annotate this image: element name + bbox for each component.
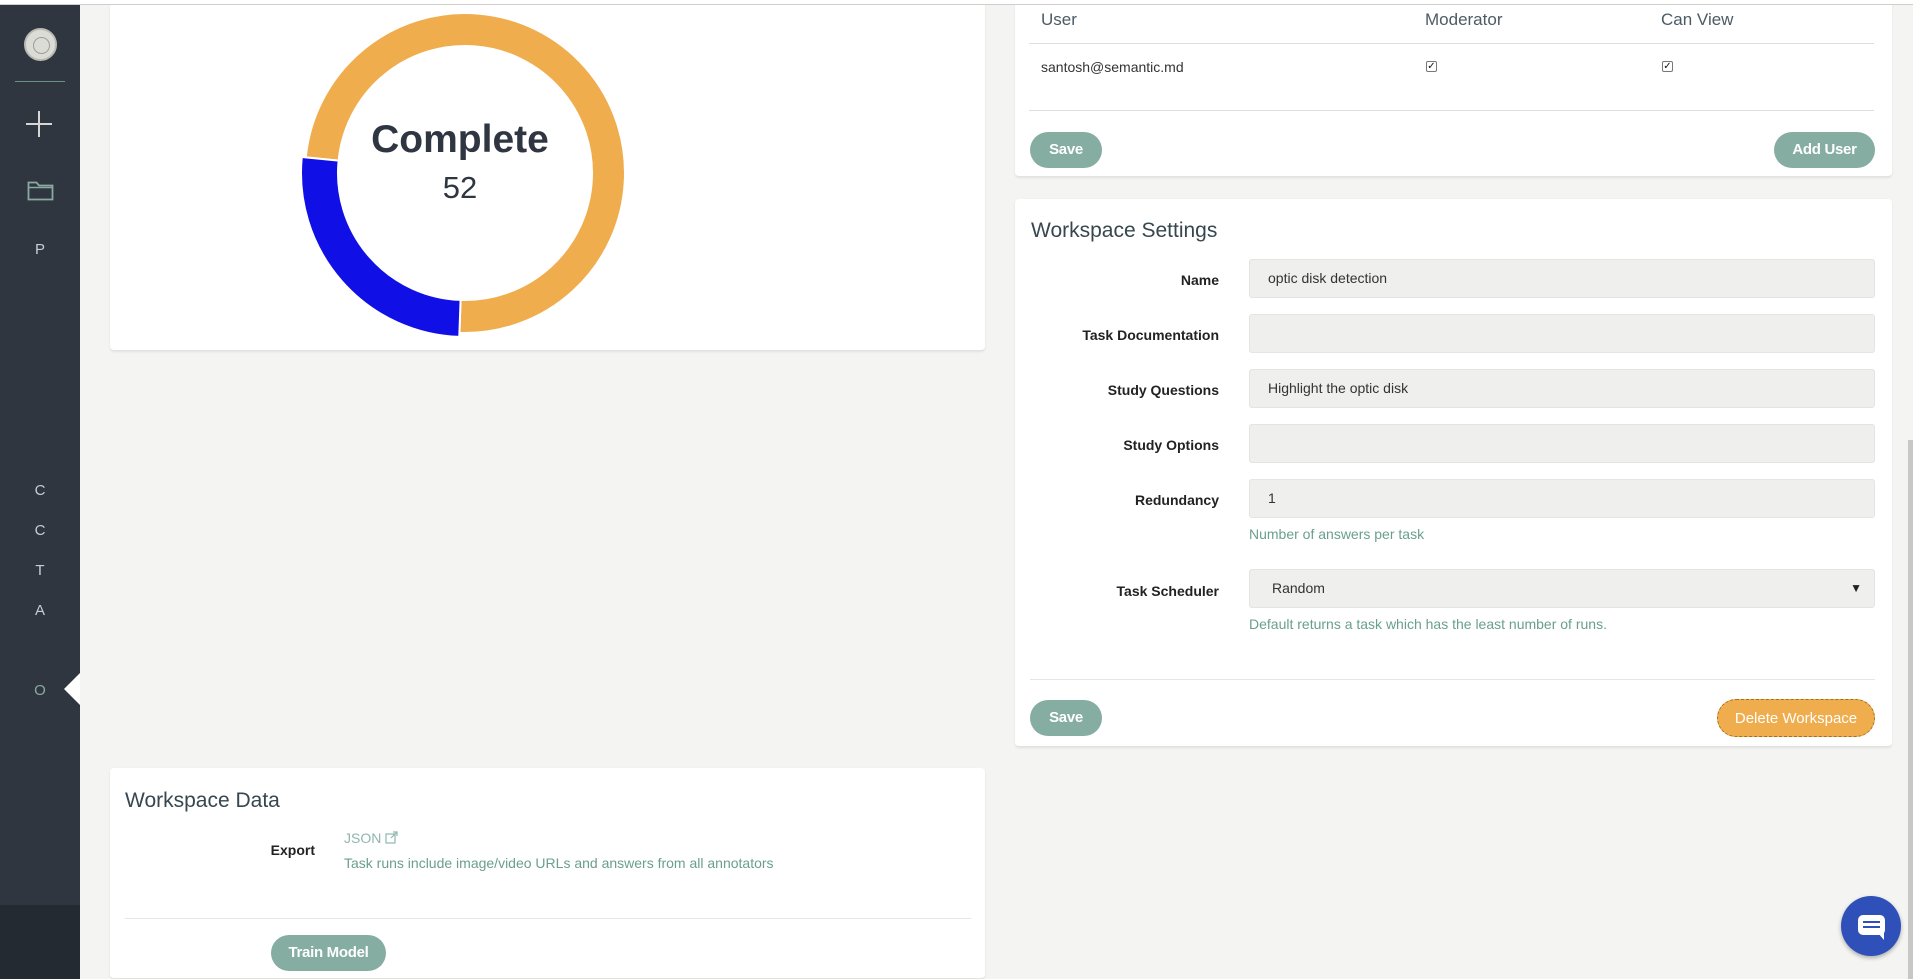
settings-divider [1030,679,1875,680]
export-label: Export [270,842,315,858]
plus-icon[interactable] [25,110,53,138]
delete-workspace-button[interactable]: Delete Workspace [1717,699,1875,737]
name-label: Name [1180,272,1219,288]
page-scrollbar[interactable] [1908,440,1913,979]
column-header-moderator: Moderator [1425,10,1503,29]
sidebar: P C C T A O [0,5,80,979]
export-help-text: Task runs include image/video URLs and a… [344,855,774,871]
dropdown-arrow-icon: ▼ [1850,581,1862,595]
sidebar-footer [0,905,80,979]
name-input[interactable]: optic disk detection [1249,259,1875,298]
table-header-divider [1029,43,1874,44]
study-questions-input[interactable]: Highlight the optic disk [1249,369,1875,408]
redundancy-input[interactable]: 1 [1249,479,1875,518]
task-scheduler-label: Task Scheduler [1116,583,1219,599]
column-header-user: User [1041,10,1077,29]
study-options-input[interactable] [1249,424,1875,463]
chat-icon [1858,915,1885,935]
redundancy-help-text: Number of answers per task [1249,526,1425,542]
task-documentation-label: Task Documentation [1082,327,1219,343]
workspace-data-divider [125,918,971,919]
column-header-can-view: Can View [1661,10,1734,29]
user-email-cell: santosh@semantic.md [1041,59,1184,75]
chat-button[interactable] [1841,896,1901,956]
top-border [0,0,1913,5]
json-export-link[interactable]: JSON [344,830,398,846]
sidebar-item-t[interactable]: T [0,562,80,579]
active-pointer [64,673,80,705]
users-save-button[interactable]: Save [1030,132,1102,168]
settings-save-button[interactable]: Save [1030,700,1102,736]
avatar[interactable] [24,28,57,61]
chart-center-value: 52 [442,170,478,205]
table-row-divider [1029,110,1874,111]
external-link-icon [385,830,398,846]
chart-title: Complete [371,118,549,161]
workspace-data-title: Workspace Data [125,789,280,812]
sidebar-item-c1[interactable]: C [0,482,80,499]
moderator-checkbox[interactable]: ✓ [1426,61,1437,72]
can-view-checkbox[interactable]: ✓ [1662,61,1673,72]
sidebar-item-c2[interactable]: C [0,522,80,539]
study-options-label: Study Options [1123,437,1219,453]
study-questions-label: Study Questions [1107,382,1219,398]
redundancy-label: Redundancy [1134,492,1219,508]
add-user-button[interactable]: Add User [1774,132,1875,168]
task-scheduler-select[interactable]: Random ▼ [1249,569,1875,608]
workspace-settings-title: Workspace Settings [1031,219,1218,242]
sidebar-item-p[interactable]: P [0,241,80,258]
folder-icon[interactable] [27,179,54,201]
json-link-label: JSON [344,830,382,846]
task-documentation-input[interactable] [1249,314,1875,353]
sidebar-item-a[interactable]: A [0,602,80,619]
task-scheduler-value: Random [1272,580,1325,596]
sidebar-divider [15,81,65,82]
train-model-button[interactable]: Train Model [271,935,386,971]
task-scheduler-help-text: Default returns a task which has the lea… [1249,616,1607,632]
